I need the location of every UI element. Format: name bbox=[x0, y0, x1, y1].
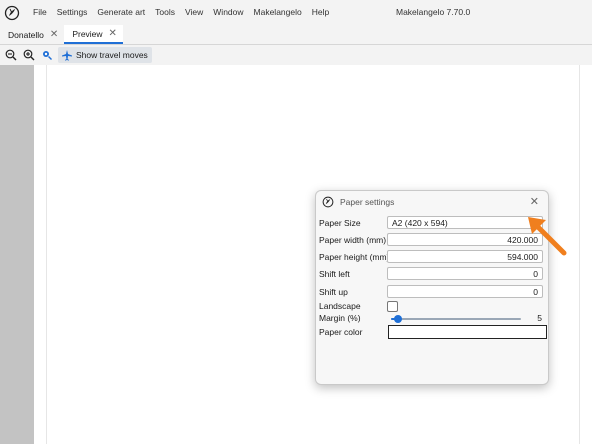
paper-color-label: Paper color bbox=[319, 327, 363, 337]
shift-left-field[interactable]: 0 bbox=[387, 267, 543, 280]
tab-preview[interactable]: Preview ✕ bbox=[64, 25, 123, 44]
menu-view[interactable]: View bbox=[180, 0, 208, 25]
close-icon[interactable]: ✕ bbox=[50, 30, 58, 40]
margin-value: 5 bbox=[537, 313, 542, 323]
menu-window[interactable]: Window bbox=[208, 0, 248, 25]
paper-size-label: Paper Size bbox=[319, 218, 361, 228]
margin-row: Margin (%) 5 bbox=[319, 311, 545, 326]
camera-icon[interactable] bbox=[40, 48, 54, 62]
tab-label: Preview bbox=[72, 28, 103, 39]
menu-help[interactable]: Help bbox=[307, 0, 334, 25]
tab-bar: Donatello ✕ Preview ✕ bbox=[0, 25, 592, 45]
paper-width-label: Paper width (mm) bbox=[319, 235, 387, 245]
margin-slider-thumb[interactable] bbox=[393, 315, 402, 323]
paper-height-label: Paper height (mm) bbox=[319, 252, 390, 262]
paper-size-value: A2 (420 x 594) bbox=[392, 218, 448, 228]
airplane-icon bbox=[62, 50, 72, 61]
dialog-titlebar[interactable]: Paper settings ✕ bbox=[316, 191, 548, 213]
menu-generate-art[interactable]: Generate art bbox=[92, 0, 150, 25]
annotation-arrow-icon bbox=[528, 217, 567, 256]
paper-height-field[interactable]: 594.000 bbox=[387, 250, 543, 263]
paper-height-row: Paper height (mm) 594.000 bbox=[319, 250, 545, 265]
shift-up-label: Shift up bbox=[319, 287, 348, 297]
app-logo-icon bbox=[322, 196, 334, 208]
preview-toolbar: Show travel moves bbox=[0, 45, 592, 65]
shift-left-label: Shift left bbox=[319, 269, 350, 279]
margin-label: Margin (%) bbox=[319, 313, 361, 323]
shift-up-row: Shift up 0 bbox=[319, 285, 545, 300]
tab-donatello[interactable]: Donatello ✕ bbox=[0, 26, 64, 44]
menu-file[interactable]: File bbox=[28, 0, 52, 25]
paper-color-swatch[interactable] bbox=[388, 325, 547, 339]
close-icon[interactable]: ✕ bbox=[530, 195, 539, 208]
shift-left-row: Shift left 0 bbox=[319, 267, 545, 282]
app-window: File Settings Generate art Tools View Wi… bbox=[0, 0, 592, 444]
show-travel-moves-label: Show travel moves bbox=[76, 50, 148, 60]
app-logo-icon bbox=[4, 5, 20, 20]
paper-width-field[interactable]: 420.000 bbox=[387, 233, 543, 246]
menu-makelangelo[interactable]: Makelangelo bbox=[249, 0, 307, 25]
canvas-background-strip bbox=[0, 65, 34, 444]
tab-label: Donatello bbox=[8, 30, 44, 40]
paper-settings-dialog: Paper settings ✕ Paper Size A2 (420 x 59… bbox=[315, 190, 549, 385]
paper-width-row: Paper width (mm) 420.000 bbox=[319, 233, 545, 248]
close-icon[interactable]: ✕ bbox=[109, 28, 117, 39]
menu-settings[interactable]: Settings bbox=[52, 0, 93, 25]
paper-size-select[interactable]: A2 (420 x 594) bbox=[387, 216, 543, 229]
show-travel-moves-toggle[interactable]: Show travel moves bbox=[58, 47, 152, 63]
dialog-title: Paper settings bbox=[340, 197, 395, 207]
shift-up-field[interactable]: 0 bbox=[387, 285, 543, 298]
paper-color-row: Paper color bbox=[319, 325, 547, 340]
menu-bar: File Settings Generate art Tools View Wi… bbox=[0, 0, 592, 25]
window-title: Makelangelo 7.70.0 bbox=[396, 7, 471, 17]
menu-tools[interactable]: Tools bbox=[150, 0, 180, 25]
margin-slider-track[interactable] bbox=[391, 318, 521, 320]
zoom-out-icon[interactable] bbox=[4, 48, 18, 62]
zoom-in-icon[interactable] bbox=[22, 48, 36, 62]
paper-size-row: Paper Size A2 (420 x 594) bbox=[319, 216, 545, 231]
